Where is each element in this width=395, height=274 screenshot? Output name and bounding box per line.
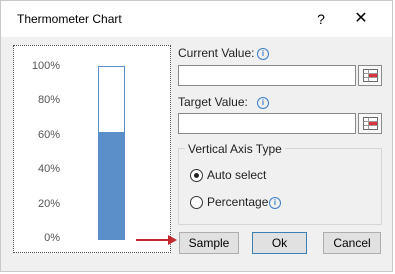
y-tick-label: 60% [37, 129, 60, 141]
range-select-button[interactable] [358, 65, 382, 86]
dialog-window: Thermometer Chart ? ✕ 100% 80% 60% 40% 2… [0, 0, 393, 272]
thermometer-preview: 100% 80% 60% 40% 20% 0% [13, 45, 171, 253]
info-icon[interactable]: i [269, 197, 281, 209]
y-tick-label: 20% [37, 198, 60, 210]
radio-selected-dot [194, 173, 199, 178]
target-value-label: Target Value: [178, 95, 248, 109]
axis-type-group [178, 148, 382, 225]
y-tick-label: 100% [31, 60, 60, 72]
thermometer-bar [98, 66, 125, 240]
ok-button[interactable]: Ok [252, 232, 307, 254]
dialog-title: Thermometer Chart [17, 12, 122, 26]
y-tick-label: 40% [37, 163, 60, 175]
thermometer-fill [99, 132, 124, 239]
range-select-icon [363, 69, 378, 82]
y-tick-label: 80% [37, 94, 60, 106]
help-button[interactable]: ? [306, 7, 336, 31]
y-tick-label: 0% [44, 232, 60, 244]
info-icon[interactable]: i [257, 48, 269, 60]
range-select-button[interactable] [358, 113, 382, 134]
info-icon[interactable]: i [257, 97, 269, 109]
axis-type-group-title: Vertical Axis Type [185, 142, 285, 156]
arrow-pointer-icon [136, 235, 177, 245]
range-select-icon [363, 117, 378, 130]
current-value-input[interactable] [178, 65, 356, 86]
auto-select-label[interactable]: Auto select [207, 168, 266, 182]
percentage-label[interactable]: Percentage [207, 195, 268, 209]
percentage-radio[interactable] [190, 196, 203, 209]
close-button[interactable]: ✕ [346, 7, 376, 31]
title-bar: Thermometer Chart ? ✕ [1, 1, 392, 37]
sample-button[interactable]: Sample [179, 232, 239, 254]
current-value-label: Current Value: [178, 46, 255, 60]
target-value-input[interactable] [178, 113, 356, 134]
auto-select-radio[interactable] [190, 169, 203, 182]
cancel-button[interactable]: Cancel [323, 232, 381, 254]
